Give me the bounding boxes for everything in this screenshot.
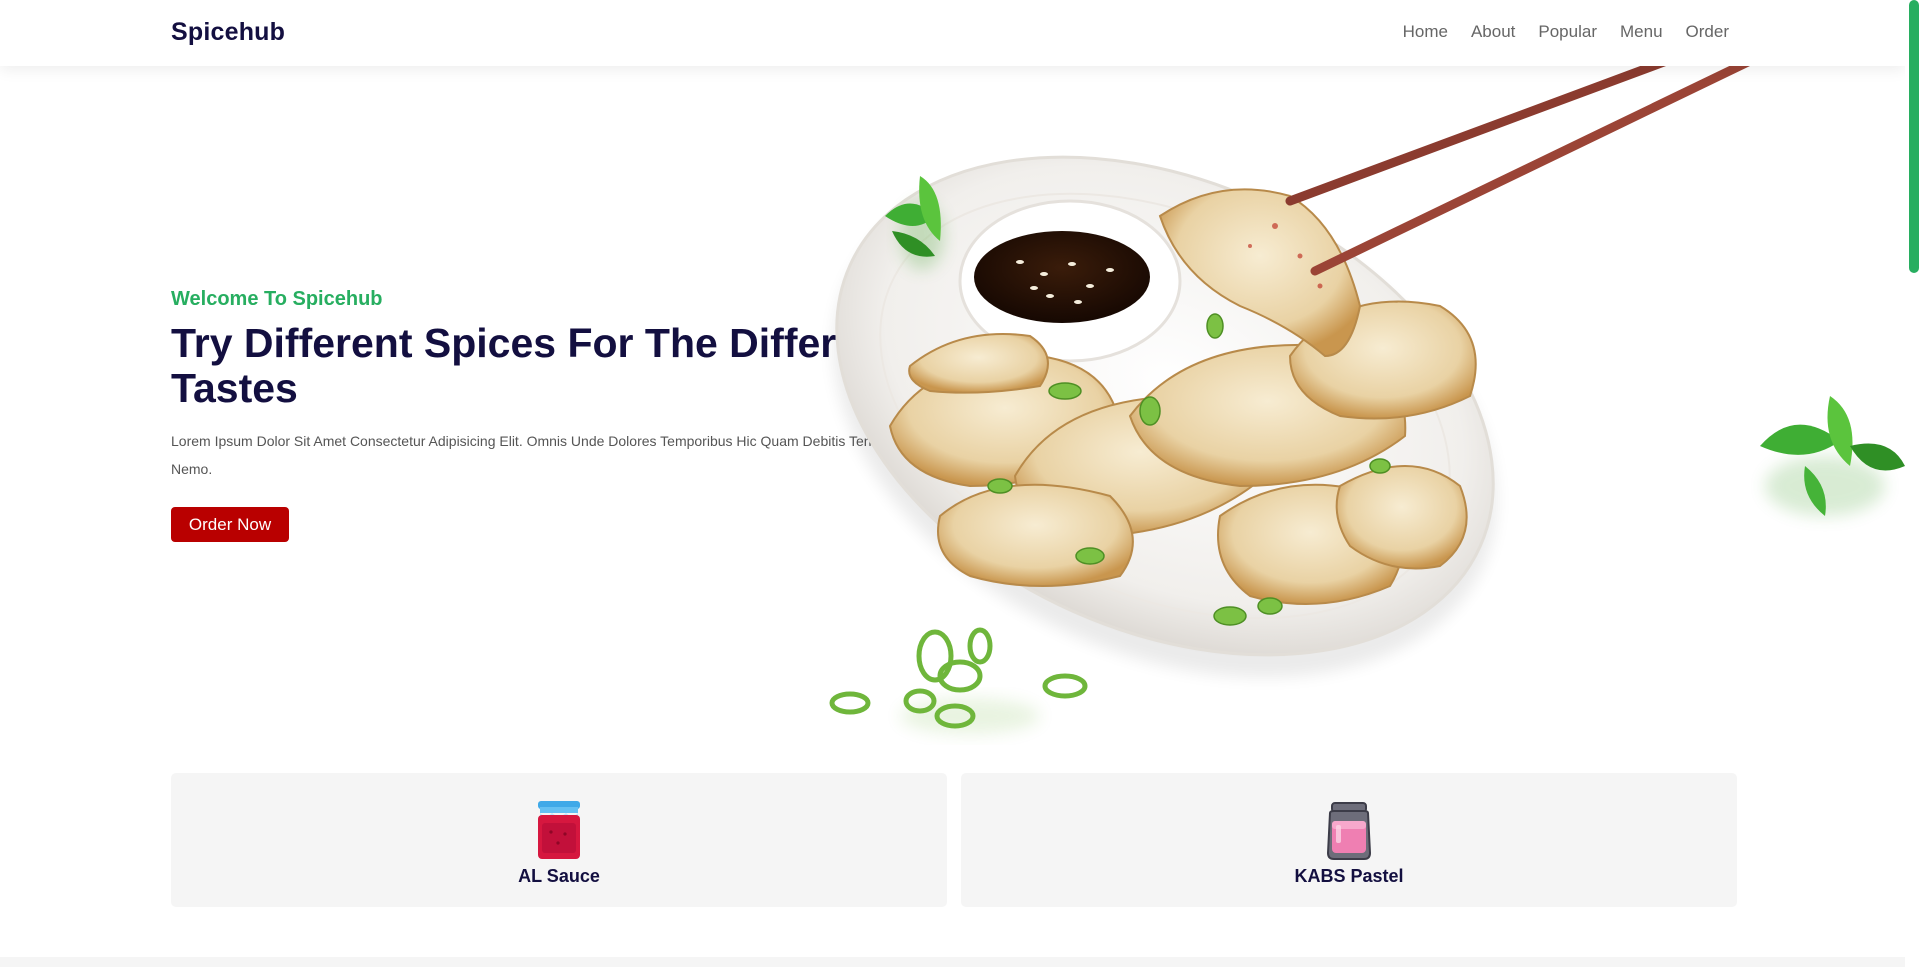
pink-jam-jar-icon xyxy=(1326,802,1372,860)
main-nav: Home About Popular Menu Order xyxy=(1403,22,1729,42)
next-section-edge xyxy=(0,957,1905,967)
product-card-kabs-pastel[interactable]: KABS Pastel xyxy=(961,773,1737,907)
nav-menu[interactable]: Menu xyxy=(1620,22,1663,42)
red-jam-jar-icon xyxy=(538,801,580,859)
chopped-scallions xyxy=(829,627,1088,734)
page-scrollbar[interactable] xyxy=(1905,0,1919,967)
brand-logo[interactable]: Spicehub xyxy=(171,18,285,47)
card-title: KABS Pastel xyxy=(1294,866,1404,886)
product-cards: AL Sauce KABS Pastel xyxy=(171,773,1737,907)
nav-home[interactable]: Home xyxy=(1403,22,1448,42)
card-title: AL Sauce xyxy=(518,866,600,886)
site-header: Spicehub Home About Popular Menu Order xyxy=(0,0,1905,66)
hero-image xyxy=(820,66,1905,766)
nav-popular[interactable]: Popular xyxy=(1538,22,1597,42)
nav-about[interactable]: About xyxy=(1471,22,1515,42)
mint-sprig xyxy=(1760,396,1905,516)
order-now-button[interactable]: Order Now xyxy=(171,507,289,542)
chopsticks xyxy=(1285,66,1750,276)
nav-order[interactable]: Order xyxy=(1686,22,1729,42)
product-card-al-sauce[interactable]: AL Sauce xyxy=(171,773,947,907)
scrollbar-thumb[interactable] xyxy=(1909,0,1919,273)
